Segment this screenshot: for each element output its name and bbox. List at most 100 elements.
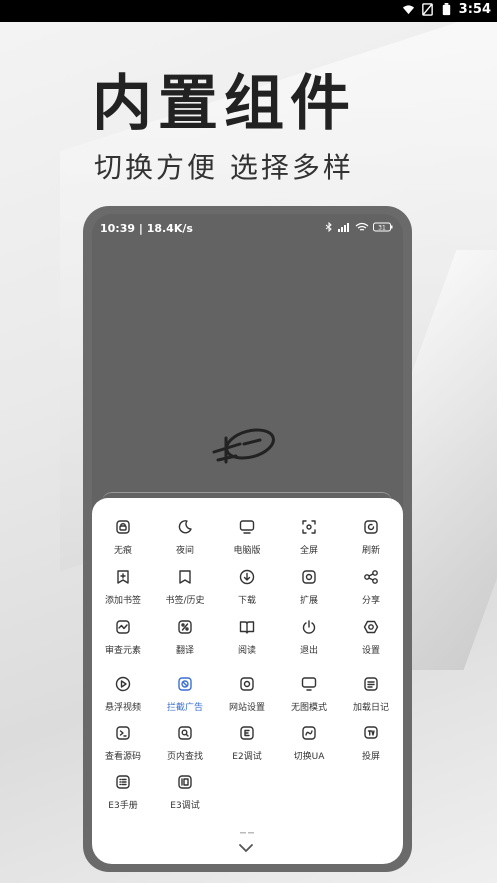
moon-icon bbox=[178, 520, 192, 534]
menu-item[interactable]: E3调试 bbox=[154, 773, 216, 811]
download-icon bbox=[239, 569, 255, 585]
incognito-icon bbox=[116, 520, 130, 534]
menu-item-label: 页内查找 bbox=[166, 752, 203, 762]
menu-item[interactable]: 投屏 bbox=[340, 724, 402, 762]
menu-item[interactable]: 查看源码 bbox=[92, 724, 154, 762]
wifi-icon bbox=[355, 222, 369, 231]
subheadline: 切换方便 选择多样 bbox=[94, 151, 354, 184]
refresh-icon bbox=[364, 520, 378, 534]
menu-item-label: 加载日记 bbox=[352, 703, 389, 713]
menu-item[interactable]: 阅读 bbox=[216, 618, 278, 656]
menu-item[interactable]: 拦截广告 bbox=[154, 675, 216, 713]
desktop-icon bbox=[239, 520, 255, 534]
power-icon bbox=[302, 620, 316, 634]
switch-ua-icon bbox=[302, 726, 316, 740]
menu-item[interactable]: 审查元素 bbox=[92, 618, 154, 656]
menu-item[interactable]: 加载日记 bbox=[340, 675, 402, 713]
signal-icon bbox=[338, 223, 349, 232]
e3-debug-icon bbox=[178, 775, 192, 789]
menu-item-label: 夜间 bbox=[175, 546, 194, 556]
add-bookmark-icon bbox=[117, 570, 129, 584]
phone-status-icons: 31 bbox=[325, 222, 393, 232]
menu-item-label: 无图模式 bbox=[290, 703, 327, 713]
no-image-icon bbox=[301, 677, 317, 691]
block-ads-icon bbox=[178, 677, 192, 691]
menu-item-label: 刷新 bbox=[361, 546, 380, 556]
share-icon bbox=[364, 570, 378, 584]
sheet-handle bbox=[102, 492, 392, 505]
sim-icon bbox=[421, 3, 433, 16]
menu-item[interactable]: E2调试 bbox=[216, 724, 278, 762]
menu-item-label: E2调试 bbox=[232, 752, 262, 762]
menu-item-label: 切换UA bbox=[293, 752, 325, 762]
system-status-bar: 3:54 bbox=[0, 0, 497, 22]
play-icon bbox=[115, 676, 131, 692]
book-icon bbox=[239, 621, 255, 634]
menu-item[interactable]: 扩展 bbox=[278, 568, 340, 606]
menu-item[interactable]: 页内查找 bbox=[154, 724, 216, 762]
chevron-down-icon[interactable] bbox=[237, 842, 255, 854]
source-code-icon bbox=[116, 726, 130, 740]
menu-item-label: 悬浮视频 bbox=[104, 703, 141, 713]
menu-item[interactable]: 无图模式 bbox=[278, 675, 340, 713]
menu-item-label: E3调试 bbox=[170, 801, 200, 811]
menu-item[interactable]: 无痕 bbox=[92, 518, 154, 556]
menu-sheet: 无痕 夜间 电脑版 全屏 刷新添加书签 书签/历史 下载 扩展 分享审查元素 翻译 阅读 退出 设置悬浮… bbox=[92, 492, 403, 864]
menu-item[interactable]: 刷新 bbox=[340, 518, 402, 556]
find-icon bbox=[178, 726, 192, 740]
menu-item[interactable]: 电脑版 bbox=[216, 518, 278, 556]
menu-item[interactable]: 设置 bbox=[340, 618, 402, 656]
menu-item[interactable]: 网站设置 bbox=[216, 675, 278, 713]
inspect-icon bbox=[116, 620, 130, 634]
menu-item-label: E3手册 bbox=[108, 801, 138, 811]
manual-icon bbox=[116, 775, 130, 789]
menu-item[interactable]: 全屏 bbox=[278, 518, 340, 556]
debug-icon bbox=[240, 726, 254, 740]
menu-item-label: 拦截广告 bbox=[166, 703, 203, 713]
phone-screen: 10:39 | 18.4K/s 31 无痕 夜间 电脑版 全屏 刷新添加书签 书签/历史 下… bbox=[92, 214, 403, 864]
menu-item-label: 退出 bbox=[299, 646, 318, 656]
menu-item-label: 书签/历史 bbox=[165, 596, 205, 606]
menu-item-label: 扩展 bbox=[299, 596, 318, 606]
menu-item[interactable]: 悬浮视频 bbox=[92, 675, 154, 713]
menu-item[interactable]: 分享 bbox=[340, 568, 402, 606]
phone-status-time: 10:39 | 18.4K/s bbox=[100, 222, 193, 235]
menu-item[interactable]: 添加书签 bbox=[92, 568, 154, 606]
battery-icon: 31 bbox=[373, 222, 393, 232]
menu-item-label: 分享 bbox=[361, 596, 380, 606]
menu-item-label: 网站设置 bbox=[228, 703, 265, 713]
phone-mockup: 10:39 | 18.4K/s 31 无痕 夜间 电脑版 全屏 刷新添加书签 书签/历史 下… bbox=[83, 206, 412, 872]
menu-item[interactable]: 下载 bbox=[216, 568, 278, 606]
headline: 内置组件 bbox=[92, 69, 356, 139]
menu-item-label: 电脑版 bbox=[233, 546, 261, 556]
bluetooth-icon bbox=[325, 222, 332, 232]
battery-level: 31 bbox=[378, 225, 386, 232]
settings-icon bbox=[363, 620, 379, 634]
extension-icon bbox=[302, 570, 316, 584]
menu-item-label: 添加书签 bbox=[104, 596, 141, 606]
app-logo bbox=[212, 428, 275, 464]
page-indicator bbox=[240, 832, 254, 834]
menu-item[interactable]: 切换UA bbox=[278, 724, 340, 762]
bookmark-icon bbox=[179, 570, 191, 584]
wifi-icon bbox=[402, 5, 414, 15]
menu-item-label: 设置 bbox=[361, 646, 380, 656]
menu-item[interactable]: E3手册 bbox=[92, 773, 154, 811]
menu-item-label: 查看源码 bbox=[104, 752, 141, 762]
menu-item[interactable]: 翻译 bbox=[154, 618, 216, 656]
menu-item[interactable]: 书签/历史 bbox=[154, 568, 216, 606]
battery-icon bbox=[442, 3, 450, 16]
translate-icon bbox=[178, 620, 192, 634]
menu-item[interactable]: 退出 bbox=[278, 618, 340, 656]
menu-item-label: 阅读 bbox=[237, 646, 256, 656]
menu-item[interactable]: 夜间 bbox=[154, 518, 216, 556]
site-settings-icon bbox=[240, 677, 254, 691]
menu-item-label: 全屏 bbox=[299, 546, 318, 556]
menu-item-label: 翻译 bbox=[175, 646, 194, 656]
menu-item-label: 审查元素 bbox=[104, 646, 141, 656]
log-icon bbox=[364, 677, 378, 691]
menu-item-label: 下载 bbox=[237, 596, 256, 606]
fullscreen-icon bbox=[302, 520, 316, 534]
menu-item-label: 无痕 bbox=[113, 546, 132, 556]
system-time: 3:54 bbox=[458, 2, 491, 17]
